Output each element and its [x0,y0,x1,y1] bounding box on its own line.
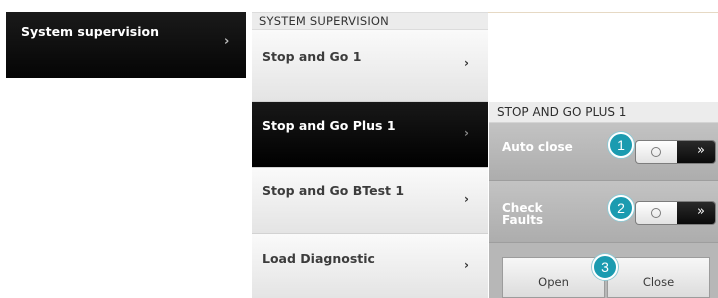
callout-badge-2: 2 [608,195,634,221]
callout-badge-1: 1 [608,132,634,158]
submenu-item-load-diagnostic[interactable]: Load Diagnostic › [252,234,488,298]
circle-icon [651,147,661,157]
main-menu: System supervision › [6,12,246,78]
setting-label-line: Faults [502,213,544,227]
submenu-item-label: Stop and Go 1 [262,49,362,64]
setting-label-auto-close: Auto close [502,140,573,154]
callout-number: 3 [601,259,609,275]
callout-number: 1 [617,137,625,153]
submenu-item-label: Stop and Go Plus 1 [262,118,396,133]
toggle-off-segment [636,202,677,224]
submenu-item-stop-and-go-btest-1[interactable]: Stop and Go BTest 1 › [252,168,488,234]
submenu-item-label: Stop and Go BTest 1 [262,183,405,198]
setting-row-auto-close: Auto close » [489,123,718,181]
toggle-on-segment: » [677,202,715,224]
submenu-item-stop-and-go-1[interactable]: Stop and Go 1 › [252,30,488,102]
submenu-item-stop-and-go-plus-1[interactable]: Stop and Go Plus 1 › [252,102,488,168]
menu-item-label: System supervision [21,24,159,39]
chevron-right-icon: › [224,34,230,49]
double-chevron-right-icon: » [697,204,705,219]
top-divider [488,12,718,13]
menu-item-system-supervision[interactable]: System supervision › [6,12,246,78]
detail-header: STOP AND GO PLUS 1 [489,102,718,123]
submenu-item-label: Load Diagnostic [262,251,375,266]
chevron-right-icon: › [464,258,469,272]
double-chevron-right-icon: » [697,143,705,158]
chevron-right-icon: › [464,126,469,140]
submenu-title: SYSTEM SUPERVISION [259,14,389,28]
setting-label-check-faults: Check Faults [502,202,543,226]
check-faults-toggle[interactable]: » [636,202,715,224]
close-button[interactable]: Close [607,257,710,298]
chevron-right-icon: › [464,56,469,70]
open-button[interactable]: Open [502,257,605,298]
close-button-label: Close [642,275,675,289]
auto-close-toggle[interactable]: » [636,141,715,163]
open-button-label: Open [538,275,569,289]
submenu-header: SYSTEM SUPERVISION [252,12,488,30]
callout-badge-3: 3 [592,254,618,280]
circle-icon [651,208,661,218]
toggle-off-segment [636,141,677,163]
toggle-on-segment: » [677,141,715,163]
setting-row-check-faults: Check Faults » [489,181,718,243]
chevron-right-icon: › [464,192,469,206]
detail-title: STOP AND GO PLUS 1 [497,105,627,119]
callout-number: 2 [617,200,625,216]
